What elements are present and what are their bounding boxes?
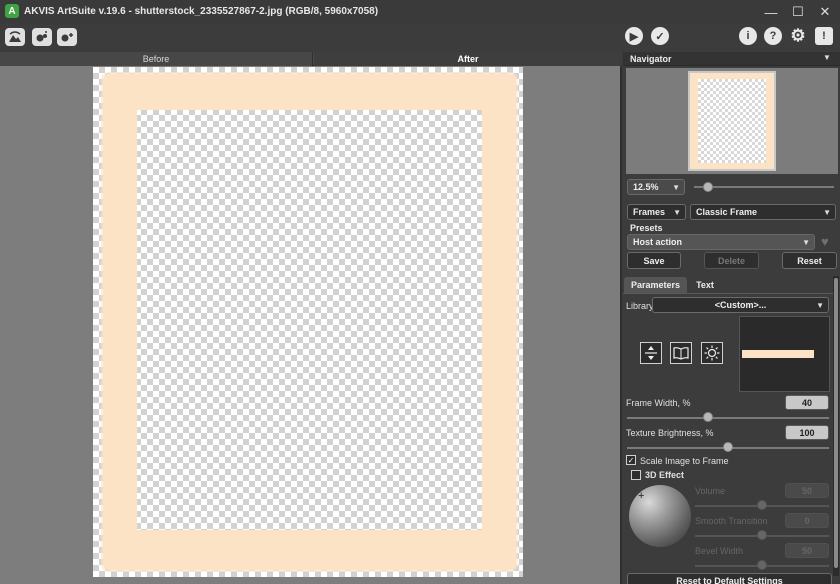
frame-width-input[interactable]: 40	[785, 395, 829, 410]
library-label: Library	[626, 301, 654, 311]
chevron-down-icon: ▼	[672, 183, 680, 192]
notifications-icon[interactable]: !	[815, 27, 833, 45]
zoom-slider-track[interactable]	[694, 186, 834, 188]
save-preset-button[interactable]: Save	[627, 252, 681, 269]
frame-type-dropdown[interactable]: Classic Frame ▼	[690, 204, 836, 220]
bevel-width-input[interactable]: 50	[785, 543, 829, 558]
zoom-dropdown[interactable]: 12.5% ▼	[627, 179, 685, 195]
chevron-down-icon: ▼	[673, 208, 681, 217]
smooth-transition-slider-handle[interactable]	[757, 530, 767, 540]
texture-brightness-label: Texture Brightness, %	[626, 428, 714, 438]
reset-default-settings-button[interactable]: Reset to Default Settings	[627, 573, 832, 584]
save-preset-icon[interactable]	[57, 28, 77, 46]
reset-preset-button[interactable]: Reset	[782, 252, 837, 269]
minimize-button[interactable]: —	[760, 3, 782, 21]
open-image-icon[interactable]	[5, 28, 25, 46]
frame-width-slider-track[interactable]	[627, 417, 829, 419]
help-icon[interactable]: ?	[764, 27, 782, 45]
volume-slider-handle[interactable]	[757, 500, 767, 510]
presets-label: Presets	[630, 223, 663, 233]
volume-input[interactable]: 50	[785, 483, 829, 498]
frame-width-label: Frame Width, %	[626, 398, 691, 408]
tab-text[interactable]: Text	[690, 277, 720, 293]
frame-overlay	[103, 74, 516, 570]
apply-icon[interactable]: ✓	[651, 27, 669, 45]
run-icon[interactable]: ▶	[625, 27, 643, 45]
delete-preset-button[interactable]: Delete	[704, 252, 759, 269]
flip-vertical-icon[interactable]	[640, 342, 662, 364]
tab-parameters[interactable]: Parameters	[624, 277, 687, 293]
chevron-down-icon: ▼	[802, 238, 810, 247]
settings-icon[interactable]: ⚙	[789, 26, 807, 45]
frame-width-slider-handle[interactable]	[702, 412, 713, 422]
tab-after[interactable]: After	[314, 52, 622, 66]
chevron-down-icon: ▼	[823, 208, 831, 217]
light-position-marker-icon: +	[638, 490, 645, 502]
library-dropdown[interactable]: <Custom>... ▼	[652, 297, 829, 313]
bevel-width-slider-handle[interactable]	[757, 560, 767, 570]
texture-brightness-input[interactable]: 100	[785, 425, 829, 440]
brightness-icon[interactable]	[701, 342, 723, 364]
smooth-transition-input[interactable]: 0	[785, 513, 829, 528]
library-value: <Custom>...	[714, 300, 767, 310]
frame-type-value: Classic Frame	[696, 207, 758, 217]
window-title: AKVIS ArtSuite v.19.6 - shutterstock_233…	[24, 6, 379, 17]
texture-brightness-slider-handle[interactable]	[723, 442, 733, 452]
panel-scrollbar-thumb[interactable]	[834, 278, 838, 568]
chevron-down-icon: ▼	[816, 301, 824, 310]
effect-category-dropdown[interactable]: Frames ▼	[627, 204, 686, 220]
favorite-heart-icon[interactable]: ♥	[821, 234, 829, 249]
maximize-button[interactable]: ☐	[787, 3, 809, 21]
effect-category-value: Frames	[633, 207, 666, 217]
open-book-icon[interactable]	[670, 342, 692, 364]
scale-to-frame-label: Scale Image to Frame	[640, 456, 729, 466]
batch-processing-icon[interactable]	[32, 28, 52, 46]
preset-value: Host action	[633, 237, 683, 247]
smooth-transition-label: Smooth Transition	[695, 516, 768, 526]
app-logo-icon: A	[5, 4, 19, 18]
scale-to-frame-checkbox[interactable]: ✓	[626, 455, 636, 465]
effect-3d-label: 3D Effect	[645, 470, 685, 480]
zoom-slider-handle[interactable]	[703, 182, 713, 192]
info-icon[interactable]: i	[739, 27, 757, 45]
collapse-arrow-icon[interactable]: ▼	[823, 53, 831, 62]
presets-dropdown[interactable]: Host action ▼	[627, 234, 815, 250]
toolbar	[0, 24, 840, 52]
navigator-title: Navigator	[630, 54, 672, 64]
bevel-width-label: Bevel Width	[695, 546, 744, 556]
texture-swatch	[742, 350, 814, 358]
effect-3d-checkbox[interactable]	[631, 470, 641, 480]
volume-label: Volume	[695, 486, 726, 496]
navigator-thumbnail-image	[698, 79, 766, 163]
zoom-value: 12.5%	[633, 182, 659, 192]
close-button[interactable]: ✕	[814, 3, 836, 21]
tab-before[interactable]: Before	[0, 52, 313, 66]
app-window: A AKVIS ArtSuite v.19.6 - shutterstock_2…	[0, 0, 840, 584]
